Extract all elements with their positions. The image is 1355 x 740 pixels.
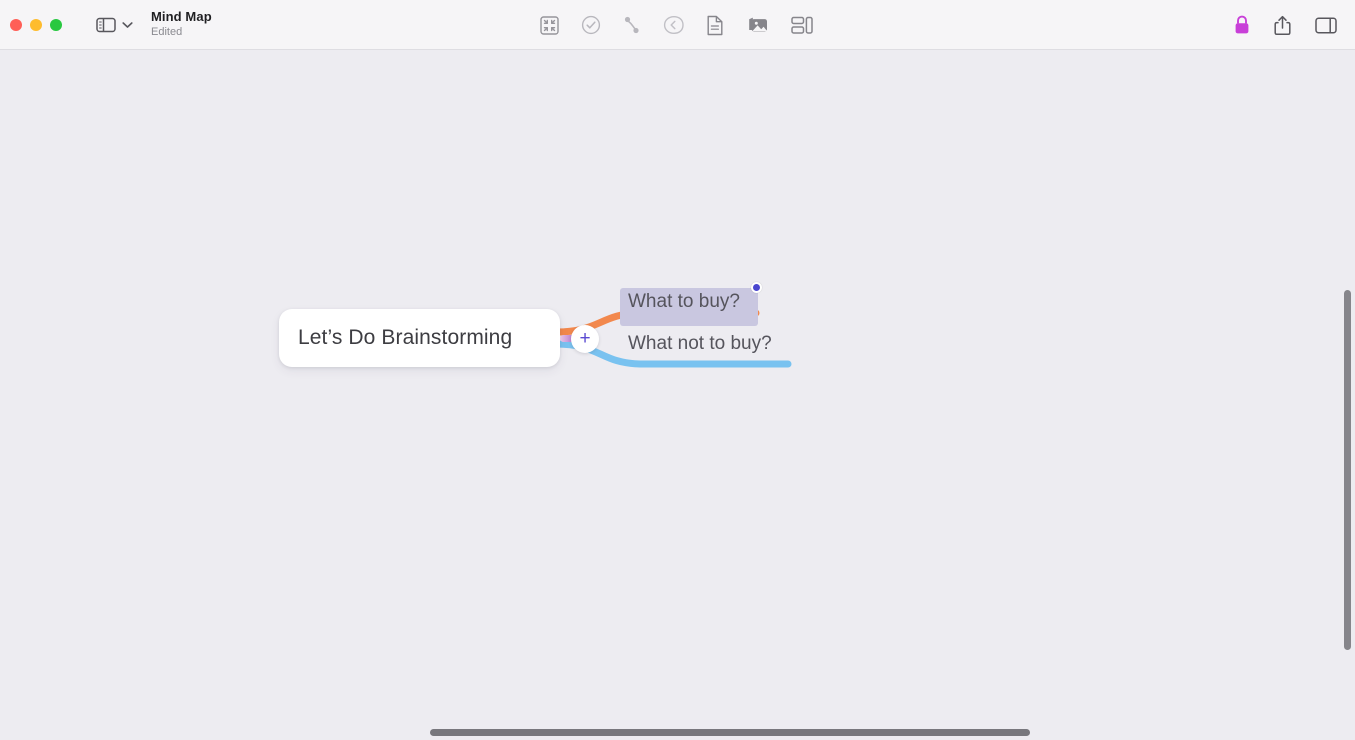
inspector-icon [1315,17,1337,34]
document-icon [707,15,724,36]
inspector-toggle-button[interactable] [1315,17,1337,34]
add-node-button[interactable]: + [571,325,599,353]
document-title-group[interactable]: Mind Map Edited [151,9,212,39]
sidebar-icon [96,17,116,33]
minimize-window-button[interactable] [30,18,42,31]
focus-icon [540,15,559,35]
horizontal-scrollbar[interactable] [430,729,1030,736]
connection-button[interactable] [623,15,641,35]
back-arrow-icon [663,15,685,35]
media-button[interactable] [746,15,769,35]
sidebar-options-button[interactable] [122,21,133,29]
mind-map-canvas[interactable]: Let’s Do Brainstorming What to buy? What… [0,50,1355,740]
chevron-down-icon [122,21,133,29]
lock-icon [1234,15,1250,35]
document-status: Edited [151,26,183,39]
mind-map-layer: Let’s Do Brainstorming What to buy? What… [0,50,1355,740]
share-icon [1274,15,1291,36]
media-icon [746,15,769,35]
sidebar-toggle-button[interactable] [96,17,116,33]
document-title: Mind Map [151,9,212,25]
root-node-label: Let’s Do Brainstorming [298,326,513,349]
layout-button[interactable] [791,16,813,35]
plus-icon: + [579,327,591,349]
connection-icon [623,15,641,35]
traffic-lights [10,18,62,31]
selection-handle-dot[interactable] [751,282,762,293]
title-bar: Mind Map Edited [0,0,1355,50]
child-node-what-not-to-buy[interactable]: What not to buy? [628,333,772,355]
mark-complete-button[interactable] [581,15,601,35]
share-button[interactable] [1274,15,1291,36]
app-window: Mind Map Edited Let’s Do Brainstorming W… [0,0,1355,740]
focus-button[interactable] [540,15,559,35]
close-window-button[interactable] [10,18,22,31]
note-button[interactable] [707,15,724,36]
maximize-window-button[interactable] [50,18,62,31]
checkmark-circle-icon [581,15,601,35]
layout-icon [791,16,813,35]
root-node[interactable]: Let’s Do Brainstorming [279,309,560,367]
lock-button[interactable] [1234,15,1250,35]
toolbar-right [1234,0,1337,50]
branch-lines [552,309,792,368]
vertical-scrollbar[interactable] [1344,290,1351,650]
toolbar-center [540,0,813,50]
child-node-what-to-buy[interactable]: What to buy? [628,291,740,313]
sidebar-toggle-group [96,17,133,33]
back-button[interactable] [663,15,685,35]
